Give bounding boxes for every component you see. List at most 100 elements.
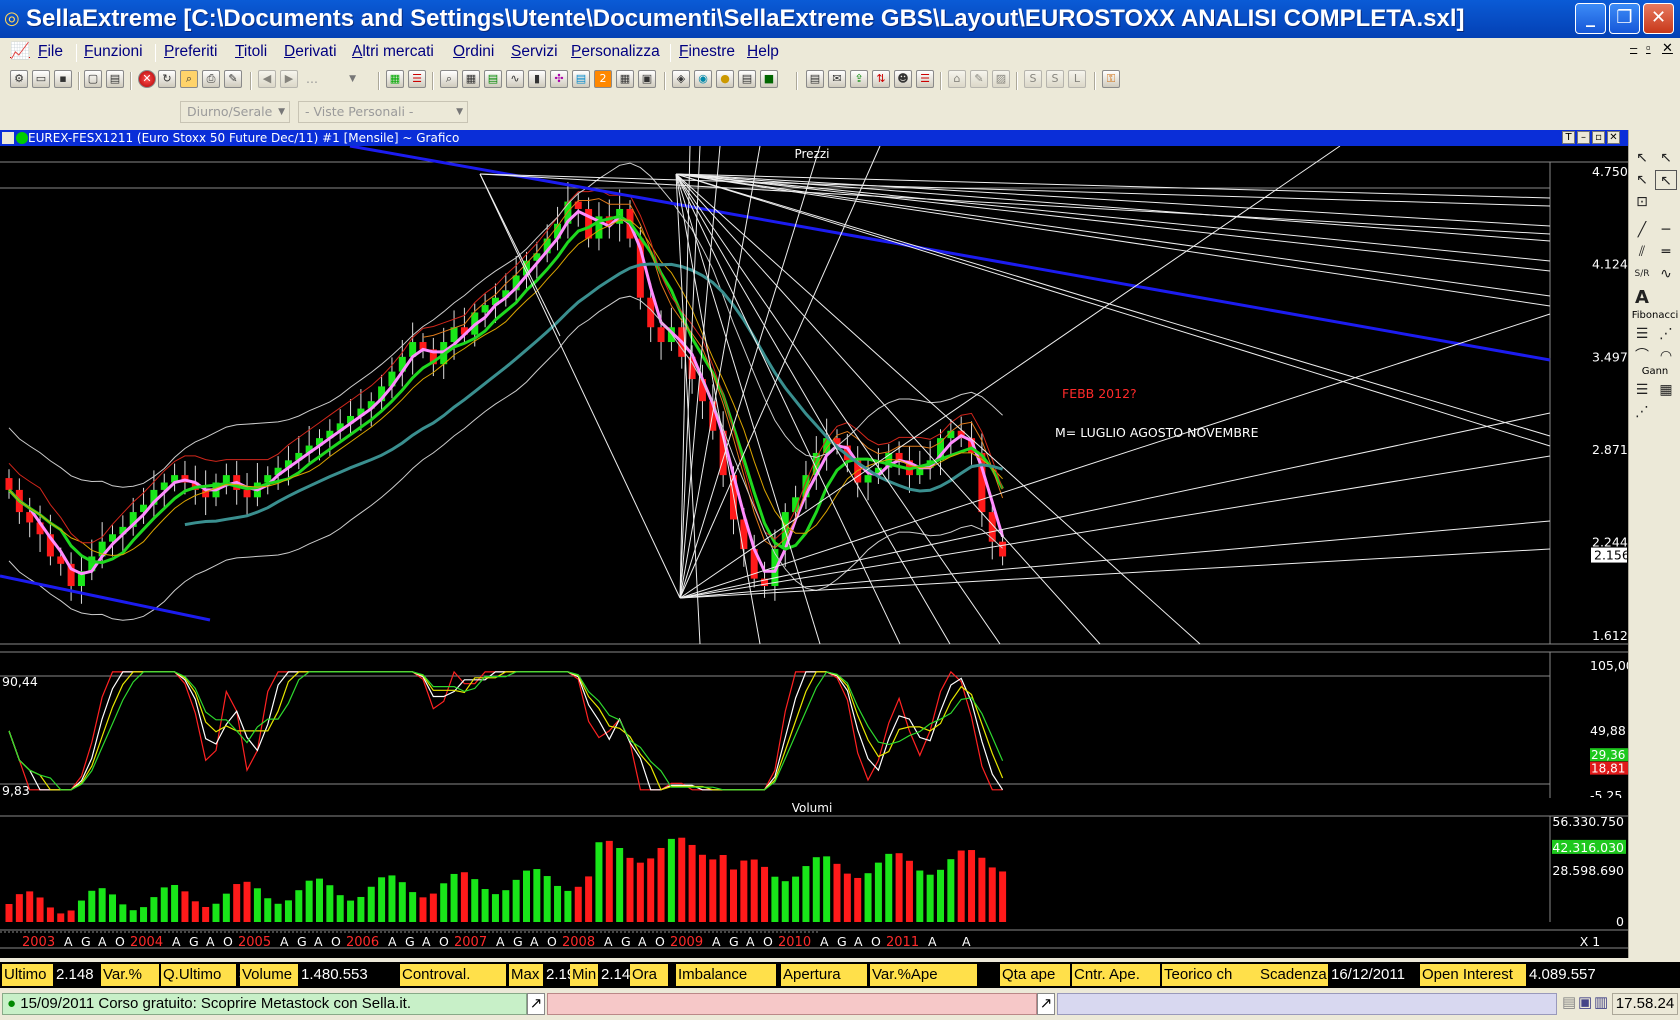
- wrench-icon[interactable]: ⚙: [10, 70, 28, 88]
- gann-box-icon[interactable]: ▦: [1655, 380, 1677, 400]
- horizontal-line-icon[interactable]: ─: [1655, 220, 1677, 240]
- news-open-icon[interactable]: ↗: [527, 993, 545, 1015]
- message-panel[interactable]: [547, 993, 1037, 1015]
- mdi-chart-icon[interactable]: 📈: [10, 41, 30, 61]
- cursor-icon[interactable]: ↖: [1631, 148, 1653, 168]
- diurno-serale-select[interactable]: Diurno/Serale ▼: [180, 101, 290, 123]
- menu-help[interactable]: Help: [747, 43, 779, 61]
- trendline-icon[interactable]: ╱: [1631, 220, 1653, 240]
- list-icon[interactable]: ☰: [408, 70, 426, 88]
- support-resistance-icon[interactable]: S/R: [1631, 264, 1653, 284]
- monitor-dark-icon[interactable]: ■: [760, 70, 778, 88]
- menu-preferiti[interactable]: Preferiti: [164, 43, 217, 61]
- menu-altri-mercati[interactable]: Altri mercati: [352, 43, 434, 61]
- panel-icon-2[interactable]: ▣: [1578, 993, 1592, 1015]
- number-two-icon[interactable]: 2: [594, 70, 612, 88]
- monitor-icon[interactable]: ▢: [84, 70, 102, 88]
- table-icon[interactable]: ▦: [386, 70, 404, 88]
- gann-fan-icon[interactable]: ⋰: [1631, 402, 1653, 422]
- message-open-icon[interactable]: ↗: [1037, 993, 1055, 1015]
- users-icon[interactable]: ☻: [894, 70, 912, 88]
- print-icon[interactable]: ⎙: [202, 70, 220, 88]
- panel-icon-3[interactable]: ▥: [1594, 993, 1608, 1015]
- news-ticker[interactable]: ● 15/09/2011 Corso gratuito: Scoprire Me…: [2, 993, 527, 1015]
- caption-minimize-button[interactable]: –: [1577, 131, 1590, 144]
- l-icon[interactable]: L: [1068, 70, 1086, 88]
- s-icon[interactable]: S: [1024, 70, 1042, 88]
- fibonacci-retracement-icon[interactable]: ☰: [1631, 324, 1653, 344]
- save-icon[interactable]: ▪: [54, 70, 72, 88]
- calendar-icon[interactable]: ▤: [572, 70, 590, 88]
- menu-personalizza[interactable]: Personalizza: [571, 43, 660, 61]
- cursor-select-icon[interactable]: ↖: [1655, 148, 1677, 168]
- maximize-button[interactable]: ❐: [1609, 3, 1640, 34]
- book-icon[interactable]: ▤: [484, 70, 502, 88]
- spreadsheet-icon[interactable]: ▦: [616, 70, 634, 88]
- document-icon[interactable]: ▤: [738, 70, 756, 88]
- month-label: G: [837, 934, 847, 949]
- edit-icon[interactable]: ✎: [970, 70, 988, 88]
- line-chart-icon[interactable]: ∿: [506, 70, 524, 88]
- package-icon[interactable]: ▣: [638, 70, 656, 88]
- stoch-red-line: [8, 670, 1003, 791]
- history-combo[interactable]: ... ▼: [300, 69, 360, 91]
- image-icon[interactable]: ▨: [992, 70, 1010, 88]
- caption-restore-button[interactable]: ▫: [1592, 131, 1605, 144]
- export-icon[interactable]: ⇪: [850, 70, 868, 88]
- bar-chart-icon[interactable]: ▮: [528, 70, 546, 88]
- channel-icon[interactable]: ⫽: [1631, 242, 1653, 262]
- menu-ordini[interactable]: Ordini: [453, 43, 494, 61]
- mail-icon[interactable]: ✉: [828, 70, 846, 88]
- window-menu-icon[interactable]: [2, 132, 14, 144]
- menu-titoli[interactable]: Titoli: [235, 43, 267, 61]
- parallel-lines-icon[interactable]: ═: [1655, 242, 1677, 262]
- search-icon[interactable]: ⌕: [440, 70, 458, 88]
- alert-panel[interactable]: [1057, 993, 1557, 1015]
- forward-arrow-icon[interactable]: ▶: [280, 70, 298, 88]
- cube-icon[interactable]: ◈: [672, 70, 690, 88]
- key-icon[interactable]: ⚿: [1102, 70, 1120, 88]
- close-button[interactable]: ✕: [1643, 3, 1674, 34]
- zoom-icon[interactable]: ⌕: [180, 70, 198, 88]
- mdi-restore-button[interactable]: ▫: [1646, 40, 1651, 55]
- open-folder-icon[interactable]: ▭: [32, 70, 50, 88]
- cursor-active-icon[interactable]: ↖: [1655, 170, 1677, 190]
- home-icon[interactable]: ⌂: [948, 70, 966, 88]
- layout-icon[interactable]: ▤: [106, 70, 124, 88]
- caption-toolbar-button[interactable]: T: [1562, 131, 1575, 144]
- panel-icon-1[interactable]: ▤: [1562, 993, 1576, 1015]
- magnet-icon[interactable]: ⊡: [1631, 192, 1653, 212]
- news-icon[interactable]: ▤: [806, 70, 824, 88]
- fibonacci-arc-icon[interactable]: ⌒: [1631, 346, 1653, 366]
- menu-file[interactable]: File: [38, 43, 63, 61]
- fibonacci-fan-icon[interactable]: ⋰: [1655, 324, 1677, 344]
- order-list-icon[interactable]: ☰: [916, 70, 934, 88]
- coins-icon[interactable]: ●: [716, 70, 734, 88]
- volume-bar: [605, 840, 613, 922]
- menu-funzioni[interactable]: Funzioni: [84, 43, 143, 61]
- menu-finestre[interactable]: Finestre: [679, 43, 735, 61]
- stop-icon[interactable]: ✕: [138, 70, 156, 88]
- mdi-close-button[interactable]: ✕: [1662, 40, 1673, 56]
- s-alt-icon[interactable]: S: [1046, 70, 1064, 88]
- back-arrow-icon[interactable]: ◀: [258, 70, 276, 88]
- refresh-icon[interactable]: ↻: [158, 70, 176, 88]
- month-label: A: [928, 934, 937, 949]
- cursor-cross-icon[interactable]: ↖: [1631, 170, 1653, 190]
- gann-grid-icon[interactable]: ☰: [1631, 380, 1653, 400]
- fibonacci-time-icon[interactable]: ◠: [1655, 346, 1677, 366]
- menu-servizi[interactable]: Servizi: [511, 43, 558, 61]
- caption-close-button[interactable]: ✕: [1607, 131, 1620, 144]
- curve-icon[interactable]: ∿: [1655, 264, 1677, 284]
- up-down-arrows-icon[interactable]: ⇅: [872, 70, 890, 88]
- minimize-button[interactable]: _: [1575, 3, 1606, 34]
- viste-personali-select[interactable]: - Viste Personali - ▼: [298, 101, 468, 123]
- pencil-icon[interactable]: ✎: [224, 70, 242, 88]
- network-icon[interactable]: ✣: [550, 70, 568, 88]
- text-tool-icon[interactable]: A: [1631, 288, 1653, 308]
- grid-icon[interactable]: ▦: [462, 70, 480, 88]
- mdi-minimize-button[interactable]: –: [1630, 40, 1637, 55]
- menu-derivati[interactable]: Derivati: [284, 43, 337, 61]
- chart-canvas[interactable]: Prezzi4.7504.1243.4972.8712.2441.6122.15…: [0, 146, 1628, 958]
- globe-icon[interactable]: ◉: [694, 70, 712, 88]
